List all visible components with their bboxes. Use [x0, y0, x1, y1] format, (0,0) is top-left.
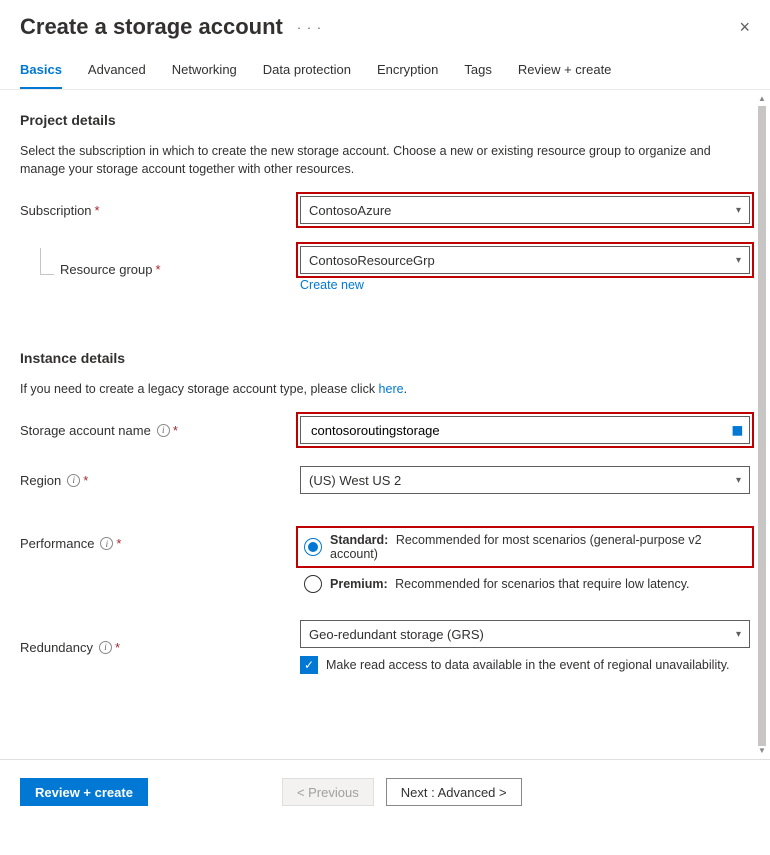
- info-icon[interactable]: i: [67, 474, 80, 487]
- page-header: Create a storage account · · · ×: [0, 0, 770, 48]
- info-icon[interactable]: i: [157, 424, 170, 437]
- more-dots-icon[interactable]: · · ·: [297, 20, 322, 35]
- chevron-down-icon: ▾: [736, 475, 741, 486]
- subscription-value: ContosoAzure: [309, 203, 391, 218]
- create-new-link[interactable]: Create new: [300, 278, 364, 292]
- footer: Review + create < Previous Next : Advanc…: [0, 760, 770, 824]
- chevron-down-icon: ▾: [736, 205, 741, 216]
- scrollbar[interactable]: [756, 96, 768, 753]
- next-button[interactable]: Next : Advanced >: [386, 778, 522, 806]
- page-title: Create a storage account: [20, 14, 283, 40]
- performance-standard-radio[interactable]: Standard: Recommended for most scenarios…: [300, 530, 750, 564]
- redundancy-value: Geo-redundant storage (GRS): [309, 627, 484, 642]
- tab-strip: Basics Advanced Networking Data protecti…: [0, 48, 770, 90]
- legacy-here-link[interactable]: here: [379, 382, 404, 396]
- region-value: (US) West US 2: [309, 473, 401, 488]
- chevron-down-icon: ▾: [736, 629, 741, 640]
- radio-dot-icon: [304, 575, 322, 593]
- tab-basics[interactable]: Basics: [20, 62, 62, 89]
- redundancy-label: Redundancy i *: [20, 640, 300, 655]
- region-label: Region i *: [20, 473, 300, 488]
- resource-group-value: ContosoResourceGrp: [309, 253, 435, 268]
- region-select[interactable]: (US) West US 2 ▾: [300, 466, 750, 494]
- tab-review-create[interactable]: Review + create: [518, 62, 612, 89]
- storage-name-field[interactable]: [309, 422, 732, 439]
- performance-label: Performance i *: [20, 530, 300, 551]
- tab-tags[interactable]: Tags: [464, 62, 491, 89]
- tab-networking[interactable]: Networking: [172, 62, 237, 89]
- chevron-down-icon: ▾: [736, 255, 741, 266]
- tab-advanced[interactable]: Advanced: [88, 62, 146, 89]
- subscription-label: Subscription*: [20, 203, 300, 218]
- radio-dot-icon: [304, 538, 322, 556]
- section-instance-desc: If you need to create a legacy storage a…: [20, 380, 740, 398]
- read-access-checkbox[interactable]: ✓ Make read access to data available in …: [300, 656, 750, 674]
- section-project-desc: Select the subscription in which to crea…: [20, 142, 740, 178]
- review-create-button[interactable]: Review + create: [20, 778, 148, 806]
- section-instance-title: Instance details: [20, 350, 750, 366]
- storage-name-input[interactable]: ▮▮: [300, 416, 750, 444]
- resource-group-label: Resource group*: [20, 262, 300, 277]
- redundancy-select[interactable]: Geo-redundant storage (GRS) ▾: [300, 620, 750, 648]
- checkmark-icon: ✓: [300, 656, 318, 674]
- performance-premium-radio[interactable]: Premium: Recommended for scenarios that …: [300, 570, 750, 598]
- info-icon[interactable]: i: [100, 537, 113, 550]
- info-icon[interactable]: i: [99, 641, 112, 654]
- close-icon[interactable]: ×: [739, 18, 750, 36]
- previous-button: < Previous: [282, 778, 374, 806]
- subscription-select[interactable]: ContosoAzure ▾: [300, 196, 750, 224]
- tab-encryption[interactable]: Encryption: [377, 62, 438, 89]
- tab-data-protection[interactable]: Data protection: [263, 62, 351, 89]
- section-project-title: Project details: [20, 112, 750, 128]
- validation-icon: ▮▮: [732, 423, 741, 437]
- storage-name-label: Storage account name i *: [20, 423, 300, 438]
- resource-group-select[interactable]: ContosoResourceGrp ▾: [300, 246, 750, 274]
- form-body: Project details Select the subscription …: [0, 90, 770, 760]
